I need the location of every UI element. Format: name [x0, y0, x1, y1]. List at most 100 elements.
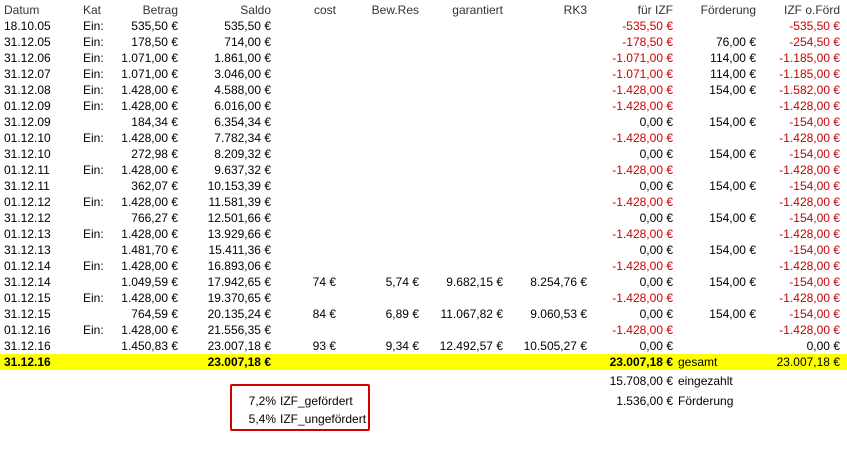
cell-rk3[interactable]	[506, 34, 587, 50]
cell-garantiert[interactable]	[420, 66, 503, 82]
cell-datum[interactable]: 31.12.13	[4, 242, 60, 258]
cell-izf-o-foerd[interactable]: 0,00 €	[758, 338, 840, 354]
summary-label[interactable]: eingezahlt	[678, 373, 754, 389]
cell-saldo[interactable]: 3.046,00 €	[180, 66, 271, 82]
cell-bewres[interactable]	[340, 162, 419, 178]
cell-cost[interactable]	[280, 290, 336, 306]
rate-label[interactable]: IZF_ungefördert	[280, 411, 366, 427]
cell-bewres[interactable]: 5,74 €	[340, 274, 419, 290]
cell-izf-o-foerd[interactable]: -1.428,00 €	[758, 290, 840, 306]
cell-cost[interactable]: 93 €	[280, 338, 336, 354]
cell-foerderung[interactable]: 154,00 €	[676, 210, 756, 226]
cell-fuer-izf[interactable]: -1.071,00 €	[590, 50, 673, 66]
cell-fuer-izf[interactable]: -1.428,00 €	[590, 290, 673, 306]
cell-garantiert[interactable]	[420, 162, 503, 178]
cell-datum[interactable]: 01.12.09	[4, 98, 60, 114]
cell-cost[interactable]	[280, 226, 336, 242]
cell-izf-o-foerd[interactable]: -1.428,00 €	[758, 226, 840, 242]
cell-bewres[interactable]	[340, 18, 419, 34]
summary-value[interactable]: 15.708,00 €	[590, 373, 673, 389]
cell-izf-o-foerd[interactable]: -1.428,00 €	[758, 130, 840, 146]
cell-betrag[interactable]: 1.428,00 €	[104, 130, 178, 146]
cell-garantiert[interactable]	[420, 194, 503, 210]
col-header-betrag[interactable]: Betrag	[104, 2, 178, 18]
cell-rk3[interactable]: 8.254,76 €	[506, 274, 587, 290]
summary-value[interactable]: 1.536,00 €	[590, 393, 673, 409]
cell-betrag[interactable]: 1.428,00 €	[104, 82, 178, 98]
cell-rk3[interactable]	[506, 210, 587, 226]
cell-izf-o-foerd[interactable]: -1.185,00 €	[758, 66, 840, 82]
total-izf-o-foerd[interactable]: 23.007,18 €	[758, 354, 840, 370]
cell-betrag[interactable]: 1.049,59 €	[104, 274, 178, 290]
cell-foerderung[interactable]: 154,00 €	[676, 306, 756, 322]
cell-foerderung[interactable]: 154,00 €	[676, 242, 756, 258]
cell-saldo[interactable]: 20.135,24 €	[180, 306, 271, 322]
cell-betrag[interactable]: 1.428,00 €	[104, 290, 178, 306]
cell-izf-o-foerd[interactable]: -154,00 €	[758, 210, 840, 226]
cell-cost[interactable]	[280, 242, 336, 258]
col-header-rk3[interactable]: RK3	[506, 2, 587, 18]
cell-garantiert[interactable]	[420, 146, 503, 162]
cell-izf-o-foerd[interactable]: -1.428,00 €	[758, 258, 840, 274]
cell-foerderung[interactable]	[676, 130, 756, 146]
cell-rk3[interactable]	[506, 242, 587, 258]
cell-datum[interactable]: 01.12.11	[4, 162, 60, 178]
cell-izf-o-foerd[interactable]: -254,50 €	[758, 34, 840, 50]
cell-kat[interactable]: Ein:	[83, 226, 103, 242]
cell-izf-o-foerd[interactable]: -1.428,00 €	[758, 194, 840, 210]
cell-kat[interactable]: Ein:	[83, 194, 103, 210]
cell-betrag[interactable]: 184,34 €	[104, 114, 178, 130]
cell-betrag[interactable]: 1.428,00 €	[104, 258, 178, 274]
cell-foerderung[interactable]	[676, 18, 756, 34]
cell-cost[interactable]	[280, 322, 336, 338]
cell-saldo[interactable]: 16.893,06 €	[180, 258, 271, 274]
cell-kat[interactable]	[83, 210, 103, 226]
cell-garantiert[interactable]	[420, 34, 503, 50]
cell-garantiert[interactable]: 11.067,82 €	[420, 306, 503, 322]
cell-betrag[interactable]: 1.481,70 €	[104, 242, 178, 258]
cell-kat[interactable]: Ein:	[83, 322, 103, 338]
cell-bewres[interactable]	[340, 130, 419, 146]
cell-kat[interactable]	[83, 178, 103, 194]
cell-garantiert[interactable]	[420, 130, 503, 146]
cell-datum[interactable]: 18.10.05	[4, 18, 60, 34]
cell-cost[interactable]	[280, 82, 336, 98]
cell-kat[interactable]: Ein:	[83, 34, 103, 50]
cell-betrag[interactable]: 1.071,00 €	[104, 66, 178, 82]
cell-foerderung[interactable]	[676, 290, 756, 306]
cell-izf-o-foerd[interactable]: -1.428,00 €	[758, 322, 840, 338]
cell-cost[interactable]	[280, 98, 336, 114]
cell-garantiert[interactable]	[420, 18, 503, 34]
cell-rk3[interactable]	[506, 226, 587, 242]
cell-betrag[interactable]: 764,59 €	[104, 306, 178, 322]
cell-foerderung[interactable]: 154,00 €	[676, 146, 756, 162]
cell-garantiert[interactable]	[420, 290, 503, 306]
cell-betrag[interactable]: 1.428,00 €	[104, 226, 178, 242]
cell-bewres[interactable]	[340, 226, 419, 242]
cell-saldo[interactable]: 11.581,39 €	[180, 194, 271, 210]
cell-foerderung[interactable]	[676, 258, 756, 274]
cell-betrag[interactable]: 362,07 €	[104, 178, 178, 194]
cell-cost[interactable]	[280, 130, 336, 146]
cell-datum[interactable]: 31.12.15	[4, 306, 60, 322]
cell-garantiert[interactable]	[420, 114, 503, 130]
cell-cost[interactable]	[280, 146, 336, 162]
rate-label[interactable]: IZF_gefördert	[280, 393, 353, 409]
cell-bewres[interactable]	[340, 194, 419, 210]
cell-rk3[interactable]	[506, 178, 587, 194]
cell-saldo[interactable]: 10.153,39 €	[180, 178, 271, 194]
cell-rk3[interactable]	[506, 18, 587, 34]
cell-garantiert[interactable]	[420, 50, 503, 66]
cell-foerderung[interactable]: 114,00 €	[676, 50, 756, 66]
cell-saldo[interactable]: 714,00 €	[180, 34, 271, 50]
cell-cost[interactable]	[280, 210, 336, 226]
cell-bewres[interactable]	[340, 178, 419, 194]
cell-garantiert[interactable]: 12.492,57 €	[420, 338, 503, 354]
cell-cost[interactable]	[280, 34, 336, 50]
cell-saldo[interactable]: 8.209,32 €	[180, 146, 271, 162]
cell-garantiert[interactable]	[420, 226, 503, 242]
total-label[interactable]: gesamt	[678, 354, 754, 370]
cell-foerderung[interactable]: 154,00 €	[676, 274, 756, 290]
cell-foerderung[interactable]: 114,00 €	[676, 66, 756, 82]
cell-betrag[interactable]: 272,98 €	[104, 146, 178, 162]
